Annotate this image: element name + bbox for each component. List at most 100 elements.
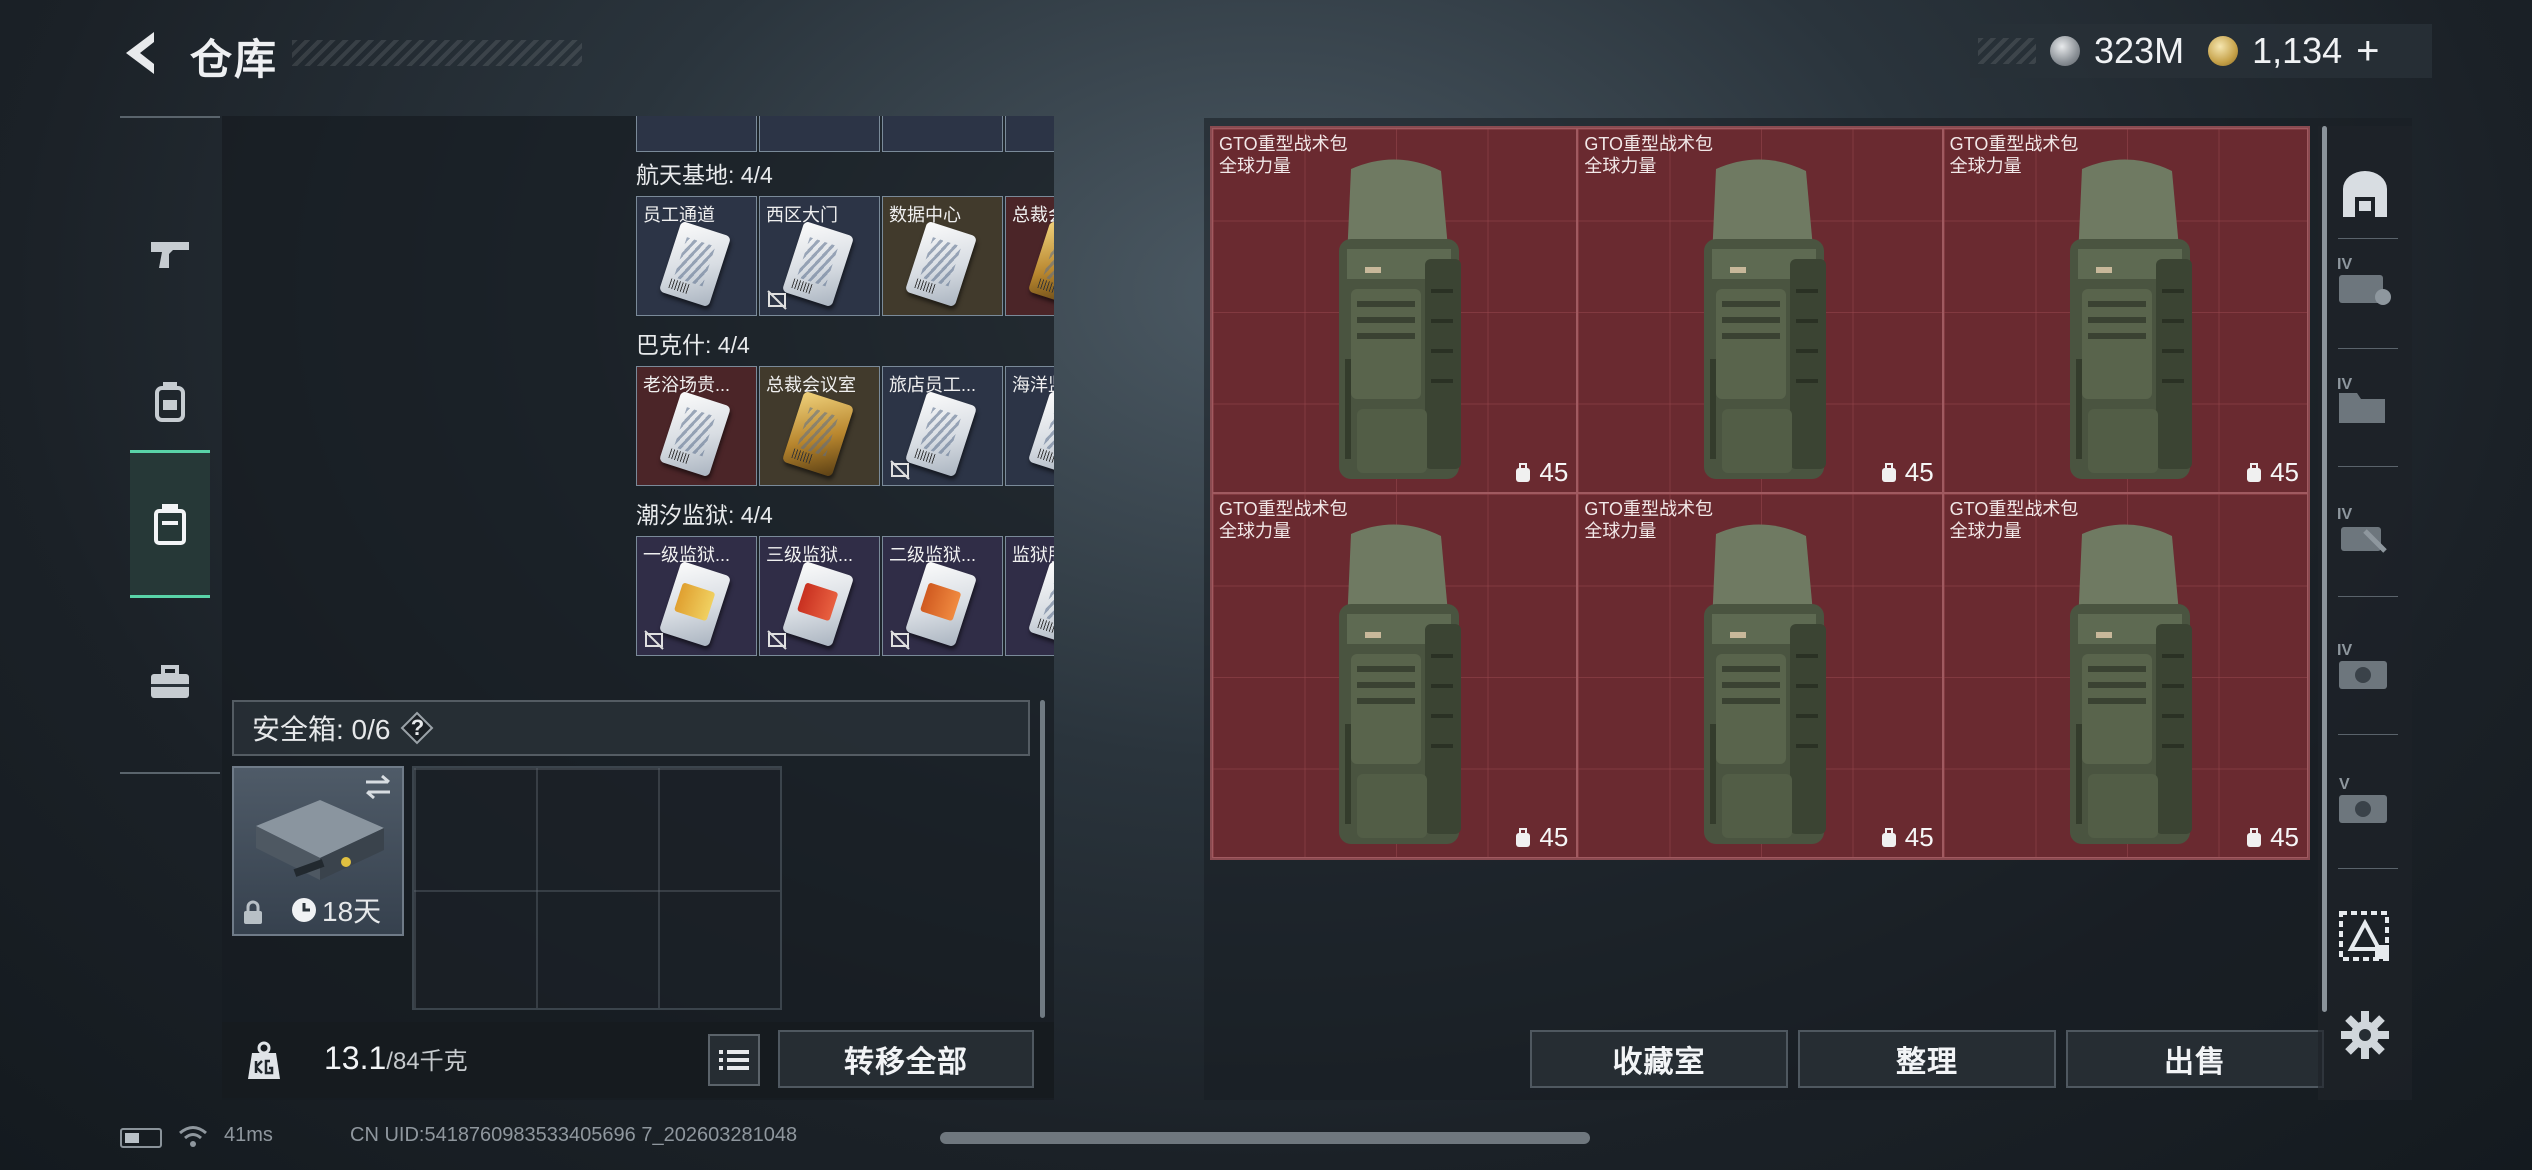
item-subtitle: 全球力量: [1584, 156, 1657, 176]
item-subtitle: 全球力量: [1219, 156, 1291, 176]
keycard-image: [1027, 390, 1054, 478]
item-count-group: 45: [2244, 822, 2299, 853]
backpack-capacity-icon: [1881, 462, 1896, 482]
no-trade-icon: [890, 460, 910, 480]
item-count: 45: [1904, 822, 1934, 852]
backpack-image: [2069, 524, 2192, 844]
sell-button[interactable]: 出售: [2066, 1030, 2324, 1088]
rail-divider: [2338, 348, 2398, 349]
stash-iv-2-icon: IV: [2337, 376, 2385, 423]
keycard-name: 数据中心: [889, 205, 961, 225]
stash-tab-iv-4[interactable]: IV: [2334, 636, 2396, 698]
backpack-image: [1704, 524, 1827, 844]
stash-tab-iv-2[interactable]: IV: [2334, 370, 2396, 432]
keycard-slot[interactable]: 数据中心: [882, 196, 1003, 316]
keycard-name: 三级监狱...: [766, 545, 854, 565]
card-row: 一级监狱... 三级监狱... 二级监狱... 监狱服务...: [636, 536, 1054, 656]
keycard-slot[interactable]: 老浴场贵...: [636, 366, 757, 486]
title-decoration: [292, 40, 582, 66]
add-currency-button[interactable]: +: [2356, 29, 2379, 74]
stash-tab-main[interactable]: [2334, 164, 2396, 226]
item-count-group: 45: [1879, 822, 1934, 853]
keycard-image: [658, 390, 732, 478]
sort-button[interactable]: 整理: [1798, 1030, 2056, 1088]
rail-item-weapons[interactable]: [120, 178, 220, 328]
stash-item[interactable]: GTO重型战术包 全球力量 45: [1577, 128, 1943, 493]
special-stash-icon: [2339, 911, 2389, 961]
keycard-partial[interactable]: [636, 116, 757, 152]
keycard-name: 监狱服务...: [1012, 545, 1054, 565]
stash-tab-iv-1[interactable]: IV: [2334, 250, 2396, 312]
item-name-group: GTO重型战术包 全球力量: [1950, 133, 2079, 177]
card-row: 员工通道 西区大门 数据中心 总裁会客厅: [636, 196, 1054, 316]
stash-item[interactable]: GTO重型战术包 全球力量 45: [1212, 493, 1578, 858]
keycard-slot[interactable]: 总裁会议室: [759, 366, 880, 486]
keycard-partial[interactable]: [759, 116, 880, 152]
keycard-slot[interactable]: 一级监狱...: [636, 536, 757, 656]
collection-room-button[interactable]: 收藏室: [1530, 1030, 1788, 1088]
kg-weight-icon: [248, 1041, 280, 1079]
item-subtitle: 全球力量: [1219, 521, 1291, 541]
weight-display: 13.1/84千克: [324, 1040, 468, 1077]
home-indicator[interactable]: [940, 1132, 1590, 1144]
category-rail: [120, 116, 220, 774]
help-icon[interactable]: ?: [400, 711, 434, 745]
stash-item-grid: GTO重型战术包 全球力量 45 GTO重型战术包 全球力量 45 GTO重型战术包…: [1210, 126, 2310, 860]
back-button[interactable]: [118, 28, 166, 78]
no-trade-icon: [890, 630, 910, 650]
backpack-image: [2069, 159, 2192, 479]
stash-scrollbar[interactable]: [2322, 126, 2327, 1012]
stash-tab-special[interactable]: [2334, 904, 2396, 966]
rail-item-tools[interactable]: [120, 608, 220, 758]
settings-button[interactable]: [2334, 1004, 2396, 1066]
user-uid: CN UID:5418760983533405696 7_20260328104…: [350, 1124, 798, 1146]
keycard-partial[interactable]: [1005, 116, 1054, 152]
battery-icon: [120, 1128, 162, 1148]
tier-label: V: [2339, 776, 2350, 793]
toolbox-icon: [151, 665, 189, 698]
keycard-slot[interactable]: 海洋监测厅: [1005, 366, 1054, 486]
stash-item[interactable]: GTO重型战术包 全球力量 45: [1212, 128, 1578, 493]
safe-box-grid[interactable]: [412, 766, 782, 1010]
keycard-slot[interactable]: 三级监狱...: [759, 536, 880, 656]
keycard-slot[interactable]: 员工通道: [636, 196, 757, 316]
wifi-icon: [179, 1126, 207, 1147]
clock-icon: [292, 898, 316, 922]
no-trade-icon: [767, 290, 787, 310]
safe-box-duration: 18天: [322, 896, 382, 927]
backpack-image: [1704, 159, 1827, 479]
keycard-slot[interactable]: 监狱服务...: [1005, 536, 1054, 656]
backpack-capacity-icon: [1516, 462, 1531, 482]
keycard-image: [658, 220, 732, 308]
keycard-image: [781, 390, 855, 478]
tier-label: IV: [2337, 376, 2352, 393]
transfer-all-button[interactable]: 转移全部: [778, 1030, 1034, 1088]
stash-tab-iv-3[interactable]: IV: [2334, 500, 2396, 562]
keycard-partial[interactable]: [882, 116, 1003, 152]
backpack-image: [1339, 524, 1461, 844]
keycard-image: [781, 560, 855, 648]
keycard-slot[interactable]: 旅店员工...: [882, 366, 1003, 486]
tier-label: IV: [2337, 506, 2352, 523]
keycard-name: 总裁会客厅: [1012, 205, 1054, 225]
keycard-slot[interactable]: 二级监狱...: [882, 536, 1003, 656]
keycard-slot[interactable]: 总裁会客厅: [1005, 196, 1054, 316]
backpack-capacity-icon: [2247, 462, 2262, 482]
item-name-group: GTO重型战术包 全球力量: [1584, 498, 1713, 542]
keycard-image: [904, 220, 978, 308]
safe-box-slot[interactable]: 18天: [232, 766, 404, 936]
stash-icon: [2343, 171, 2387, 217]
stash-item[interactable]: GTO重型战术包 全球力量 45: [1942, 493, 2308, 858]
safe-box-label: 安全箱: 0/6: [252, 714, 391, 745]
pistol-icon: [151, 242, 189, 268]
rail-item-containers[interactable]: [130, 450, 210, 598]
keycard-slot[interactable]: 西区大门: [759, 196, 880, 316]
stash-item[interactable]: GTO重型战术包 全球力量 45: [1942, 128, 2308, 493]
list-view-button[interactable]: [708, 1034, 760, 1086]
stash-tab-v[interactable]: V: [2334, 770, 2396, 832]
item-subtitle: 全球力量: [1949, 521, 2022, 541]
scrollbar[interactable]: [1040, 700, 1045, 1018]
item-name: GTO重型战术包: [1584, 134, 1713, 154]
stash-v-icon: V: [2339, 776, 2387, 823]
stash-item[interactable]: GTO重型战术包 全球力量 45: [1577, 493, 1943, 858]
